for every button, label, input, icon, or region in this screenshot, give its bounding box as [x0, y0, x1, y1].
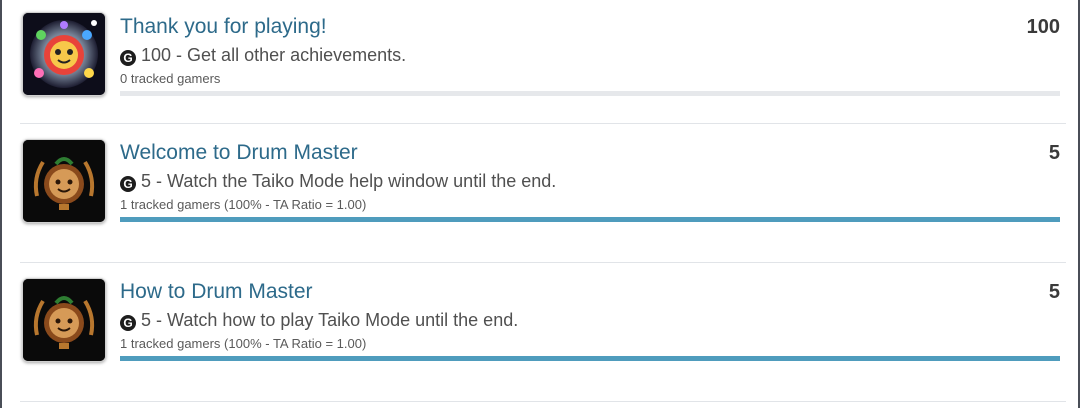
- gamerscore-value: 5: [141, 310, 152, 330]
- achievement-info: How to Drum Master 5 G5 - Watch how to p…: [120, 279, 1060, 361]
- achievement-description: Get all other achievements.: [187, 45, 407, 65]
- gamerscore-icon: G: [120, 50, 136, 66]
- achievement-info: Welcome to Drum Master 5 G5 - Watch the …: [120, 140, 1060, 222]
- achievement-row[interactable]: Thank you for playing! 100 G 100 - Get al…: [20, 0, 1066, 124]
- achievement-score: 100: [1026, 16, 1060, 38]
- left-frame-edge: [0, 0, 2, 408]
- gamerscore-value: 5: [141, 171, 152, 191]
- achievement-score: 5: [1048, 142, 1060, 164]
- achievement-description-line: G5 - Watch how to play Taiko Mode until …: [120, 307, 1060, 333]
- achievement-description-line: G5 - Watch the Taiko Mode help window un…: [120, 168, 1060, 194]
- achievement-description: Watch how to play Taiko Mode until the e…: [167, 310, 519, 330]
- achievement-title[interactable]: How to Drum Master: [120, 279, 1060, 305]
- bronze-drum-badge-icon[interactable]: [22, 139, 106, 223]
- progress-bar: [120, 356, 1060, 361]
- progress-bar: [120, 91, 1060, 96]
- achievement-row[interactable]: How to Drum Master 5 G5 - Watch how to p…: [20, 263, 1066, 402]
- achievement-title[interactable]: Thank you for playing!: [120, 14, 1060, 40]
- achievement-description-line: G 100 - Get all other achievements.: [120, 42, 1060, 68]
- tracked-gamers-text: 0 tracked gamers: [120, 71, 221, 86]
- rainbow-drum-badge-icon[interactable]: [22, 12, 106, 96]
- achievement-row[interactable]: Welcome to Drum Master 5 G5 - Watch the …: [20, 124, 1066, 263]
- progress-bar: [120, 217, 1060, 222]
- gamerscore-icon: G: [120, 176, 136, 192]
- gamerscore-icon: G: [120, 315, 136, 331]
- tracked-gamers-text: 1 tracked gamers (100% - TA Ratio = 1.00…: [120, 336, 367, 351]
- gamerscore-value: 100: [141, 45, 172, 65]
- achievement-description: Watch the Taiko Mode help window until t…: [167, 171, 557, 191]
- progress-bar-fill: [120, 217, 1060, 222]
- bronze-drum-badge-icon[interactable]: [22, 278, 106, 362]
- achievement-list: Thank you for playing! 100 G 100 - Get al…: [20, 0, 1066, 402]
- tracked-gamers-text: 1 tracked gamers (100% - TA Ratio = 1.00…: [120, 197, 367, 212]
- achievement-title[interactable]: Welcome to Drum Master: [120, 140, 1060, 166]
- progress-bar-fill: [120, 356, 1060, 361]
- achievement-score: 5: [1048, 281, 1060, 303]
- achievement-info: Thank you for playing! 100 G 100 - Get al…: [120, 14, 1060, 96]
